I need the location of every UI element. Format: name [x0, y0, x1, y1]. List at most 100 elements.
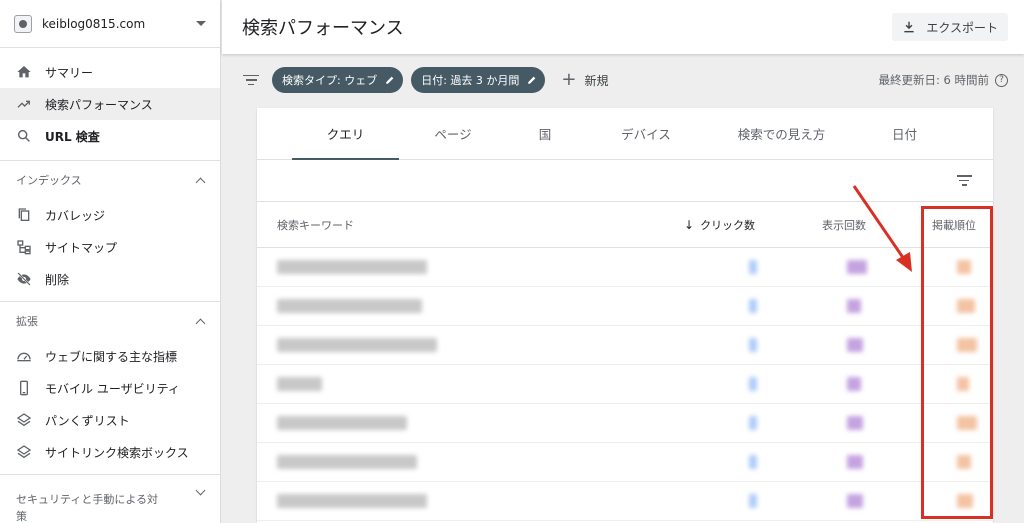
nav-item-label: カバレッジ	[45, 208, 106, 223]
nav-item-url-inspection[interactable]: URL 検査	[0, 120, 220, 152]
nav-item-breadcrumbs[interactable]: パンくずリスト	[0, 404, 220, 436]
chevron-up-icon	[195, 177, 206, 187]
column-header-keyword[interactable]: 検索キーワード	[277, 217, 354, 233]
annotation-arrow-icon	[852, 185, 912, 272]
redacted-impressions	[847, 338, 863, 352]
redacted-impressions	[847, 494, 863, 508]
dimension-tabs: クエリ ページ 国 デバイス 検索での見え方 日付	[257, 108, 993, 160]
table-row[interactable]	[257, 365, 993, 404]
index-section: インデックス カバレッジ サイトマップ 削除	[0, 161, 220, 302]
page-title: 検索パフォーマンス	[242, 18, 404, 39]
search-icon	[16, 128, 32, 144]
redacted-clicks	[749, 494, 757, 508]
nav-item-summary[interactable]: サマリー	[0, 56, 220, 88]
redacted-keyword	[277, 377, 322, 391]
table-row[interactable]	[257, 404, 993, 443]
nav-item-label: 検索パフォーマンス	[45, 97, 153, 112]
nav-item-label: サマリー	[45, 65, 94, 80]
file-copy-icon	[16, 207, 32, 223]
eye-off-icon	[16, 271, 32, 287]
nav-item-sitelinks-searchbox[interactable]: サイトリンク検索ボックス	[0, 436, 220, 468]
table-row[interactable]	[257, 443, 993, 482]
sitemap-icon	[16, 239, 32, 255]
redacted-clicks	[749, 260, 757, 274]
table-row[interactable]	[257, 326, 993, 365]
section-title: セキュリティと手動による対策	[16, 493, 159, 523]
redacted-impressions	[847, 455, 863, 469]
new-filter-button[interactable]: + 新規	[561, 71, 608, 89]
property-selector[interactable]: keiblog0815.com	[0, 0, 220, 48]
redacted-keyword	[277, 338, 437, 352]
nav-item-core-web-vitals[interactable]: ウェブに関する主な指標	[0, 340, 220, 372]
redacted-keyword	[277, 416, 407, 430]
table-row[interactable]	[257, 482, 993, 521]
nav-item-label: ウェブに関する主な指標	[45, 349, 178, 364]
redacted-clicks	[749, 377, 757, 391]
download-icon	[904, 21, 915, 33]
redacted-clicks	[749, 299, 757, 313]
redacted-impressions	[847, 377, 861, 391]
main-nav: サマリー 検索パフォーマンス URL 検査	[0, 48, 220, 161]
nav-item-label: 削除	[45, 272, 70, 287]
tab-dates[interactable]: 日付	[854, 108, 955, 159]
nav-item-coverage[interactable]: カバレッジ	[0, 199, 220, 231]
table-filter-icon[interactable]	[955, 175, 973, 186]
nav-item-label: モバイル ユーザビリティ	[45, 381, 180, 396]
nav-item-label: パンくずリスト	[45, 413, 130, 428]
redacted-clicks	[749, 416, 757, 430]
redacted-clicks	[749, 338, 757, 352]
nav-item-label: サイトリンク検索ボックス	[45, 445, 189, 460]
plus-icon: +	[561, 69, 577, 90]
smartphone-icon	[16, 380, 32, 396]
nav-item-sitemaps[interactable]: サイトマップ	[0, 231, 220, 263]
speedometer-icon	[16, 348, 32, 364]
edit-icon	[386, 76, 394, 84]
sidebar: keiblog0815.com サマリー 検索パフォーマンス URL 検査 イン…	[0, 0, 221, 523]
nav-item-mobile-usability[interactable]: モバイル ユーザビリティ	[0, 372, 220, 404]
enhancements-section-header[interactable]: 拡張	[0, 302, 220, 340]
section-title: 拡張	[16, 315, 38, 328]
index-section-header[interactable]: インデックス	[0, 161, 220, 199]
chip-label: 検索タイプ: ウェブ	[282, 74, 378, 87]
security-section: セキュリティと手動による対策	[0, 475, 220, 523]
redacted-keyword	[277, 260, 427, 274]
search-type-chip[interactable]: 検索タイプ: ウェブ	[272, 67, 404, 93]
layers-icon	[16, 412, 32, 428]
chevron-up-icon	[195, 318, 206, 328]
chevron-down-icon	[195, 485, 206, 496]
column-header-clicks-label: クリック数	[700, 218, 756, 232]
redacted-keyword	[277, 455, 417, 469]
tab-search-appearance[interactable]: 検索での見え方	[709, 108, 854, 159]
column-header-clicks[interactable]: ↓ クリック数	[684, 217, 755, 233]
nav-item-label: URL 検査	[45, 129, 100, 144]
export-label: エクスポート	[926, 20, 998, 35]
security-section-header[interactable]: セキュリティと手動による対策	[0, 475, 220, 523]
table-row[interactable]	[257, 287, 993, 326]
property-name: keiblog0815.com	[42, 16, 146, 31]
filter-bar: 検索タイプ: ウェブ 日付: 過去 3 か月間 + 新規 最終更新日: 6 時間…	[222, 56, 1024, 104]
redacted-impressions	[847, 299, 861, 313]
position-column-highlight	[921, 206, 993, 519]
redacted-impressions	[847, 416, 863, 430]
nav-item-performance[interactable]: 検索パフォーマンス	[0, 88, 220, 120]
last-updated: 最終更新日: 6 時間前 ?	[878, 72, 1008, 88]
edit-icon	[528, 76, 536, 84]
tab-devices[interactable]: デバイス	[583, 108, 709, 159]
new-label: 新規	[584, 73, 609, 88]
nav-item-removals[interactable]: 削除	[0, 263, 220, 295]
redacted-keyword	[277, 494, 427, 508]
tab-pages[interactable]: ページ	[399, 108, 507, 159]
tab-queries[interactable]: クエリ	[292, 108, 399, 160]
tab-countries[interactable]: 国	[507, 108, 583, 159]
redacted-clicks	[749, 455, 757, 469]
filter-icon[interactable]	[242, 74, 260, 86]
chip-label: 日付: 過去 3 か月間	[421, 74, 520, 87]
chevron-down-icon	[196, 21, 206, 26]
help-icon[interactable]: ?	[995, 73, 1008, 87]
export-button[interactable]: エクスポート	[892, 13, 1008, 41]
last-updated-text: 最終更新日: 6 時間前	[878, 73, 989, 87]
home-icon	[16, 64, 32, 80]
trending-up-icon	[16, 96, 32, 112]
layers-icon	[16, 444, 32, 460]
date-range-chip[interactable]: 日付: 過去 3 か月間	[411, 67, 546, 93]
